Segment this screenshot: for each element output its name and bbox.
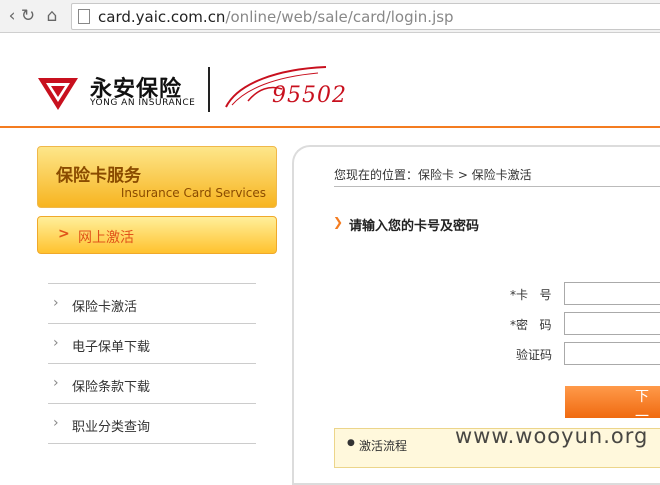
browser-toolbar: ‹ ↻ ⌂ card.yaic.com.cn/online/web/sale/c… bbox=[0, 0, 660, 33]
page-icon bbox=[78, 9, 90, 24]
home-icon[interactable]: ⌂ bbox=[42, 6, 62, 26]
password-input[interactable] bbox=[564, 312, 660, 335]
url-host: card.yaic.com.cn bbox=[98, 8, 226, 26]
menu-item-label: 保险卡激活 bbox=[72, 300, 138, 315]
menu-item-label: 职业分类查询 bbox=[72, 420, 151, 435]
sidebar-item-policy-download[interactable]: › 电子保单下载 bbox=[48, 324, 256, 364]
sidebar-item-terms-download[interactable]: › 保险条款下载 bbox=[48, 364, 256, 404]
hotline-number: 95502 bbox=[272, 83, 347, 108]
menu-item-label: 保险条款下载 bbox=[72, 380, 151, 395]
sidebar-menu: › 保险卡激活 › 电子保单下载 › 保险条款下载 › 职业分类查询 bbox=[48, 283, 256, 444]
url-text: card.yaic.com.cn/online/web/sale/card/lo… bbox=[98, 8, 454, 26]
section-title: 请输入您的卡号及密码 bbox=[349, 219, 480, 234]
breadcrumb-divider bbox=[334, 186, 660, 187]
sidebar-title-cn: 保险卡服务 bbox=[56, 166, 141, 186]
card-number-label: *卡 号 bbox=[510, 288, 552, 302]
sidebar-title-en: Insurance Card Services bbox=[120, 186, 266, 200]
activation-flow-label: 激活流程 bbox=[359, 439, 408, 453]
chevron-right-icon: > bbox=[58, 226, 70, 242]
chevron-right-icon: › bbox=[53, 375, 59, 391]
logo-divider bbox=[208, 67, 210, 112]
chevron-right-icon: › bbox=[53, 295, 59, 311]
sidebar-title-box: 保险卡服务 Insurance Card Services bbox=[37, 146, 277, 208]
watermark-text: www.wooyun.org bbox=[455, 424, 649, 448]
next-button[interactable]: 下 一 bbox=[565, 386, 660, 424]
chevron-right-icon: › bbox=[53, 415, 59, 431]
sidebar-item-card-activation[interactable]: › 保险卡激活 bbox=[48, 284, 256, 324]
sidebar-active-label: 网上激活 bbox=[78, 230, 134, 246]
captcha-label: 验证码 bbox=[516, 348, 553, 362]
logo-english-name: YONG AN INSURANCE bbox=[90, 98, 196, 108]
yongan-logo-icon bbox=[38, 78, 78, 110]
reload-icon[interactable]: ↻ bbox=[18, 6, 38, 26]
menu-item-label: 电子保单下载 bbox=[72, 340, 151, 355]
captcha-input[interactable] bbox=[564, 342, 660, 365]
card-number-input[interactable] bbox=[564, 282, 660, 305]
site-header: 永安保险 YONG AN INSURANCE 95502 bbox=[0, 33, 660, 128]
bullet-icon: ● bbox=[347, 438, 355, 448]
sidebar-item-occupation-query[interactable]: › 职业分类查询 bbox=[48, 404, 256, 444]
sidebar-item-online-activation[interactable]: > 网上激活 bbox=[37, 216, 277, 254]
url-path: /online/web/sale/card/login.jsp bbox=[225, 8, 454, 26]
section-arrow-icon: ❯ bbox=[333, 215, 344, 229]
password-label: *密 码 bbox=[510, 318, 552, 332]
address-bar[interactable]: card.yaic.com.cn/online/web/sale/card/lo… bbox=[71, 3, 660, 30]
breadcrumb: 您现在的位置：保险卡 > 保险卡激活 bbox=[334, 168, 532, 182]
chevron-right-icon: › bbox=[53, 335, 59, 351]
